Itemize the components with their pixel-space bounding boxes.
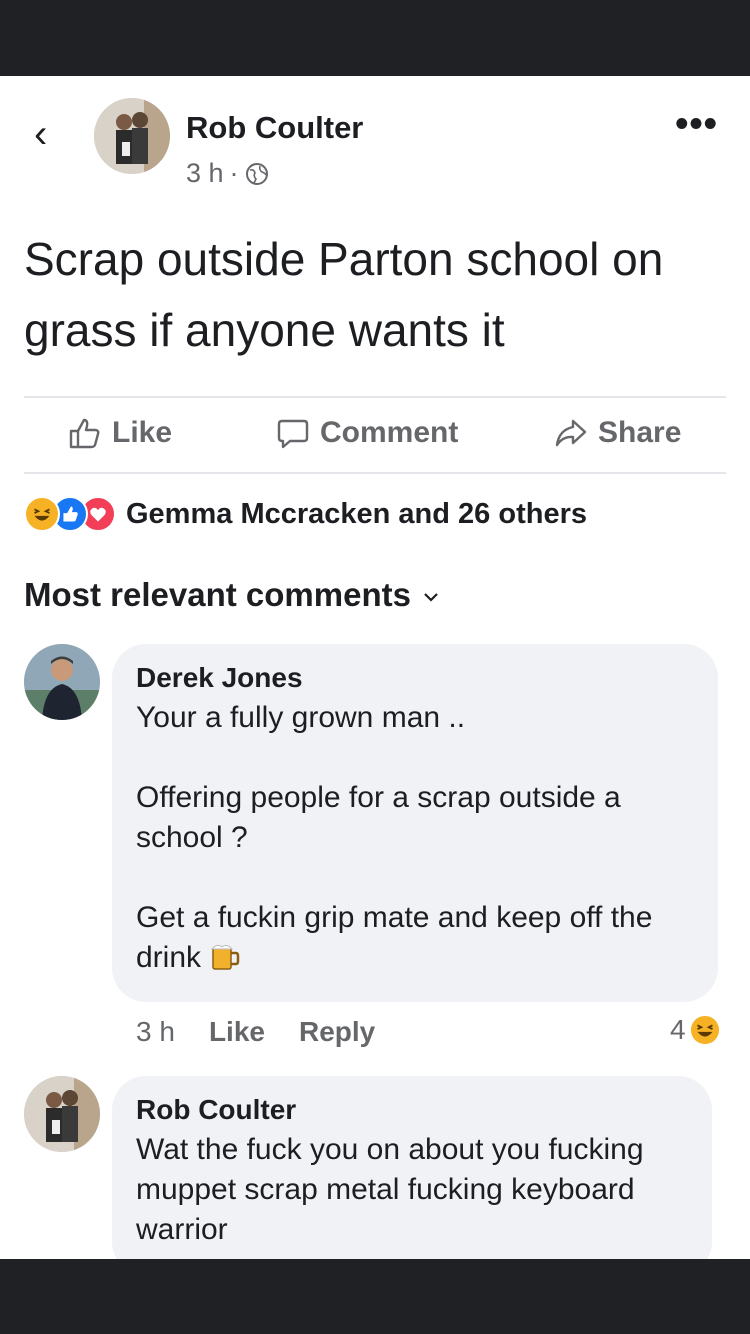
comment-time[interactable]: 3 h [136, 1016, 175, 1048]
share-icon [555, 419, 587, 447]
haha-reaction-icon [690, 1015, 719, 1045]
comment-text: Wat the fuck you on about you fucking mu… [136, 1133, 644, 1246]
comment-text: Your a fully grown man .. Offering peopl… [136, 698, 706, 978]
post-text: Scrap outside Parton school on grass if … [24, 233, 664, 356]
comment-reaction-number: 4 [670, 1014, 686, 1045]
commenter-avatar[interactable] [24, 644, 100, 720]
comment-reaction-count[interactable]: 4 [670, 1014, 720, 1046]
post-time[interactable]: 3 h [186, 158, 224, 189]
post-meta: 3 h · [186, 158, 269, 189]
comment-button-label: Comment [320, 416, 459, 449]
comment-text-body: Your a fully grown man .. Offering peopl… [136, 701, 653, 974]
thumbs-up-icon [69, 418, 100, 449]
comment-meta: 3 h Like Reply [136, 1016, 375, 1048]
share-button-label: Share [598, 416, 682, 449]
meta-separator: · [229, 158, 239, 188]
globe-icon [245, 162, 268, 185]
author-avatar[interactable] [94, 98, 170, 174]
post-actions: Like Comment Share [0, 398, 750, 478]
more-options-icon[interactable]: ••• [675, 105, 718, 143]
back-icon[interactable]: ‹ [34, 114, 56, 154]
comment-reply-button[interactable]: Reply [299, 1016, 375, 1048]
comment-like-button[interactable]: Like [209, 1016, 265, 1048]
chevron-down-icon [424, 593, 438, 602]
commenter-name[interactable]: Rob Coulter [136, 1094, 296, 1126]
divider-bottom [24, 472, 726, 474]
comment-button[interactable]: Comment [276, 416, 458, 450]
comment-filter[interactable]: Most relevant comments [24, 576, 441, 614]
reactions-summary[interactable]: Gemma Mccracken and 26 others [24, 496, 587, 532]
post-author-name[interactable]: Rob Coulter [186, 110, 363, 146]
like-button[interactable]: Like [68, 416, 172, 450]
post-card: ‹ Rob Coulter 3 h · ••• Scrap outside Pa… [0, 76, 750, 1259]
comment-icon [277, 419, 309, 449]
commenter-avatar[interactable] [24, 1076, 100, 1152]
haha-reaction-icon [24, 496, 60, 532]
like-button-label: Like [112, 416, 173, 449]
commenter-name[interactable]: Derek Jones [136, 662, 303, 694]
reactions-names[interactable]: Gemma Mccracken and 26 others [126, 498, 587, 531]
share-button[interactable]: Share [554, 416, 681, 450]
beer-mug-icon [210, 944, 240, 970]
comment-filter-label: Most relevant comments [24, 576, 411, 613]
